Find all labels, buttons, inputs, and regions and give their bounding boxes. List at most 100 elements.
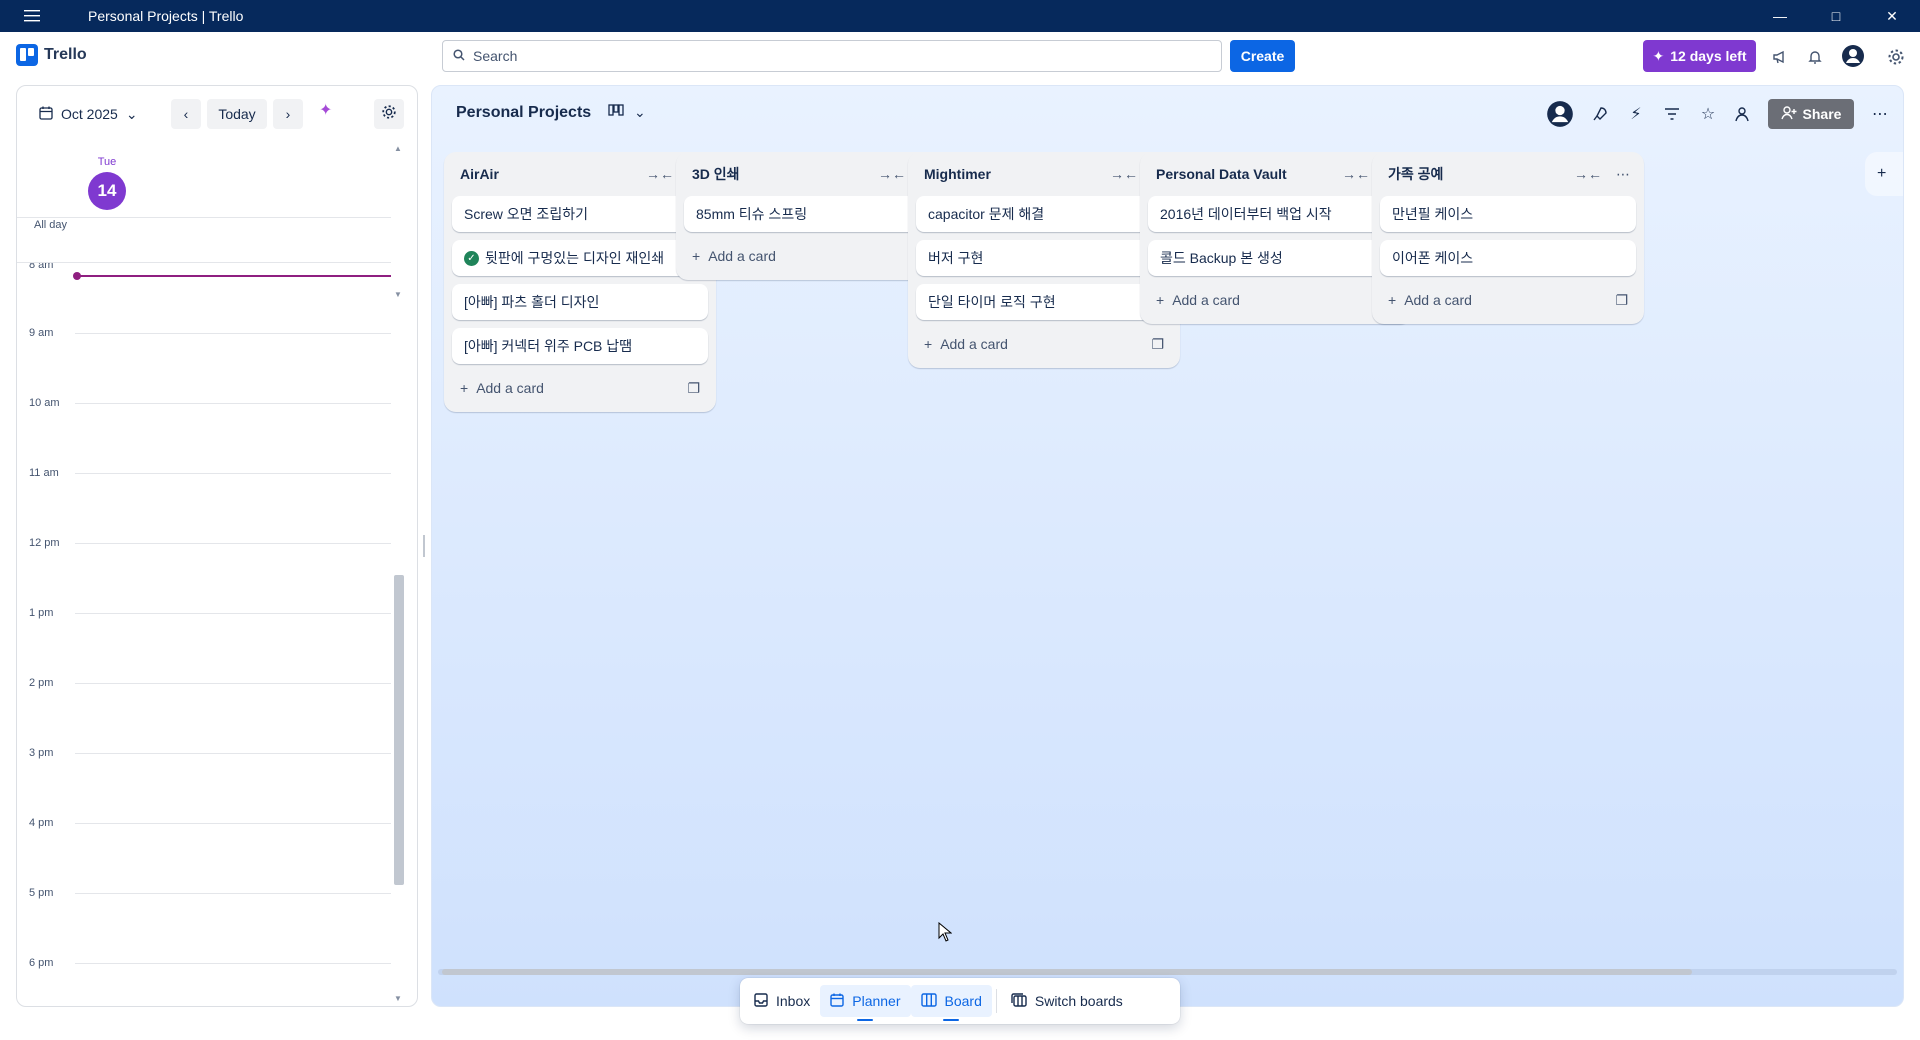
collapse-icon[interactable]: →←	[1110, 166, 1138, 183]
hour-row: 3 pm	[17, 747, 391, 823]
card-title: 만년필 케이스	[1392, 206, 1474, 222]
collapse-icon[interactable]: →←	[1574, 166, 1602, 183]
star-icon[interactable]: ☆	[1696, 102, 1720, 126]
current-time-line	[77, 275, 391, 277]
day-timeline[interactable]: 8 am 9 am 10 am 11 am 12 pm 1 pm 2 pm 3 …	[17, 263, 391, 1006]
template-icon[interactable]: ❐	[1151, 336, 1164, 353]
ai-sparkle-icon[interactable]: ✦	[319, 100, 332, 120]
card[interactable]: 이어폰 케이스	[1380, 240, 1636, 276]
window-title: Personal Projects | Trello	[88, 8, 244, 24]
check-complete-icon[interactable]: ✓	[464, 250, 479, 266]
close-icon[interactable]: ✕	[1864, 0, 1920, 32]
bell-icon[interactable]	[1804, 46, 1826, 68]
list-header[interactable]: Mightimer →←⋯	[916, 160, 1172, 188]
inbox-button[interactable]: Inbox	[744, 985, 820, 1017]
add-card-label: Add a card	[1404, 292, 1472, 308]
card[interactable]: [아빠] 파츠 홀더 디자인	[452, 284, 708, 320]
chevron-left-icon: ‹	[183, 106, 189, 122]
hour-label: 2 pm	[29, 677, 54, 689]
menu-icon[interactable]	[0, 0, 64, 32]
card[interactable]: 2016년 데이터부터 백업 시작	[1148, 196, 1404, 232]
scroll-down-icon[interactable]: ▼	[394, 994, 402, 1003]
hour-label: 4 pm	[29, 817, 54, 829]
list-header[interactable]: 가족 공예 →← ⋯	[1380, 160, 1636, 188]
next-button[interactable]: ›	[273, 99, 303, 129]
card[interactable]: 버저 구현	[916, 240, 1172, 276]
card-title: [아빠] 파츠 홀더 디자인	[464, 294, 600, 310]
panel-resize-handle[interactable]	[423, 535, 425, 557]
day-header[interactable]: Tue 14	[77, 156, 137, 210]
scroll-down-icon[interactable]: ▼	[394, 290, 402, 299]
scroll-thumb[interactable]	[394, 575, 404, 885]
month-selector[interactable]: Oct 2025 ⌄	[39, 100, 138, 128]
add-card-button[interactable]: + Add a card	[1388, 292, 1472, 308]
prev-button[interactable]: ‹	[171, 99, 201, 129]
board-button[interactable]: Board	[910, 985, 992, 1021]
collapse-icon[interactable]: →←	[646, 166, 674, 183]
board-view-switcher[interactable]: ⌄	[608, 104, 646, 121]
gear-icon[interactable]	[1885, 46, 1907, 68]
list-header[interactable]: 3D 인쇄 →←⋯	[684, 160, 940, 188]
switch-boards-button[interactable]: Switch boards	[1001, 985, 1133, 1017]
minimize-icon[interactable]: —	[1752, 0, 1808, 32]
search-input[interactable]: Search	[442, 40, 1222, 72]
planner-settings-button[interactable]	[374, 99, 404, 129]
template-icon[interactable]: ❐	[687, 380, 700, 397]
share-button[interactable]: Share	[1768, 99, 1854, 129]
card-title: Screw 오면 조립하기	[464, 206, 588, 222]
template-icon[interactable]: ❐	[1615, 292, 1628, 309]
card-title: capacitor 문제 해결	[928, 206, 1045, 222]
add-list-button[interactable]: +	[1865, 152, 1903, 196]
planner-button[interactable]: Planner	[820, 985, 911, 1021]
collapse-icon[interactable]: →←	[878, 166, 906, 183]
add-card-button[interactable]: + Add a card	[692, 248, 776, 264]
account-avatar-icon[interactable]	[1840, 43, 1866, 69]
switch-boards-icon	[1011, 992, 1027, 1010]
month-label: Oct 2025	[61, 106, 118, 122]
list-title[interactable]: 가족 공예	[1388, 164, 1443, 184]
day-number: 14	[88, 172, 126, 210]
create-button[interactable]: Create	[1230, 40, 1295, 72]
more-icon[interactable]: ⋯	[1868, 102, 1892, 126]
scroll-up-icon[interactable]: ▲	[394, 144, 402, 153]
card[interactable]: ✓ 뒷판에 구멍있는 디자인 재인쇄	[452, 240, 708, 276]
list-header[interactable]: AirAir →←⋯	[452, 160, 708, 188]
plus-icon: +	[1877, 165, 1887, 182]
list-title[interactable]: Mightimer	[924, 166, 991, 182]
list-title[interactable]: AirAir	[460, 166, 499, 182]
add-card-button[interactable]: + Add a card	[1156, 292, 1240, 308]
visibility-icon[interactable]	[1732, 102, 1756, 126]
card[interactable]: 만년필 케이스	[1380, 196, 1636, 232]
day-of-week: Tue	[97, 156, 117, 168]
card[interactable]: 85mm 티슈 스프링	[684, 196, 940, 232]
automation-bolt-icon[interactable]: ⚡	[1624, 102, 1648, 126]
card[interactable]: 콜드 Backup 본 생성	[1148, 240, 1404, 276]
list-header[interactable]: Personal Data Vault →←⋯	[1148, 160, 1404, 188]
calendar-icon	[39, 106, 53, 123]
scroll-thumb[interactable]	[442, 969, 1692, 975]
trial-button[interactable]: ✦ 12 days left	[1643, 40, 1756, 72]
planner-scrollbar[interactable]: ▲ ▼ ▼	[391, 142, 405, 1006]
list-title[interactable]: Personal Data Vault	[1156, 166, 1287, 182]
list-title[interactable]: 3D 인쇄	[692, 164, 740, 184]
megaphone-icon[interactable]	[1769, 46, 1791, 68]
list-family-crafts: 가족 공예 →← ⋯ 만년필 케이스 이어폰 케이스 + Add a card ❐	[1372, 152, 1644, 324]
board-name[interactable]: Personal Projects	[456, 104, 591, 122]
hour-label: 12 pm	[29, 537, 60, 549]
card[interactable]: Screw 오면 조립하기	[452, 196, 708, 232]
board-horizontal-scrollbar[interactable]	[432, 966, 1903, 978]
today-button[interactable]: Today	[207, 99, 267, 129]
trello-logo[interactable]: Trello	[16, 44, 87, 66]
card[interactable]: [아빠] 커넥터 위주 PCB 납땜	[452, 328, 708, 364]
add-card-button[interactable]: + Add a card	[460, 380, 544, 396]
maximize-icon[interactable]: □	[1808, 0, 1864, 32]
hour-row: 6 pm	[17, 957, 391, 1006]
card[interactable]: 단일 타이머 로직 구현	[916, 284, 1172, 320]
card[interactable]: capacitor 문제 해결	[916, 196, 1172, 232]
filter-icon[interactable]	[1660, 102, 1684, 126]
collapse-icon[interactable]: →←	[1342, 166, 1370, 183]
add-card-button[interactable]: + Add a card	[924, 336, 1008, 352]
more-icon[interactable]: ⋯	[1616, 166, 1630, 183]
member-avatar-icon[interactable]	[1546, 100, 1574, 128]
rocket-icon[interactable]	[1588, 102, 1612, 126]
